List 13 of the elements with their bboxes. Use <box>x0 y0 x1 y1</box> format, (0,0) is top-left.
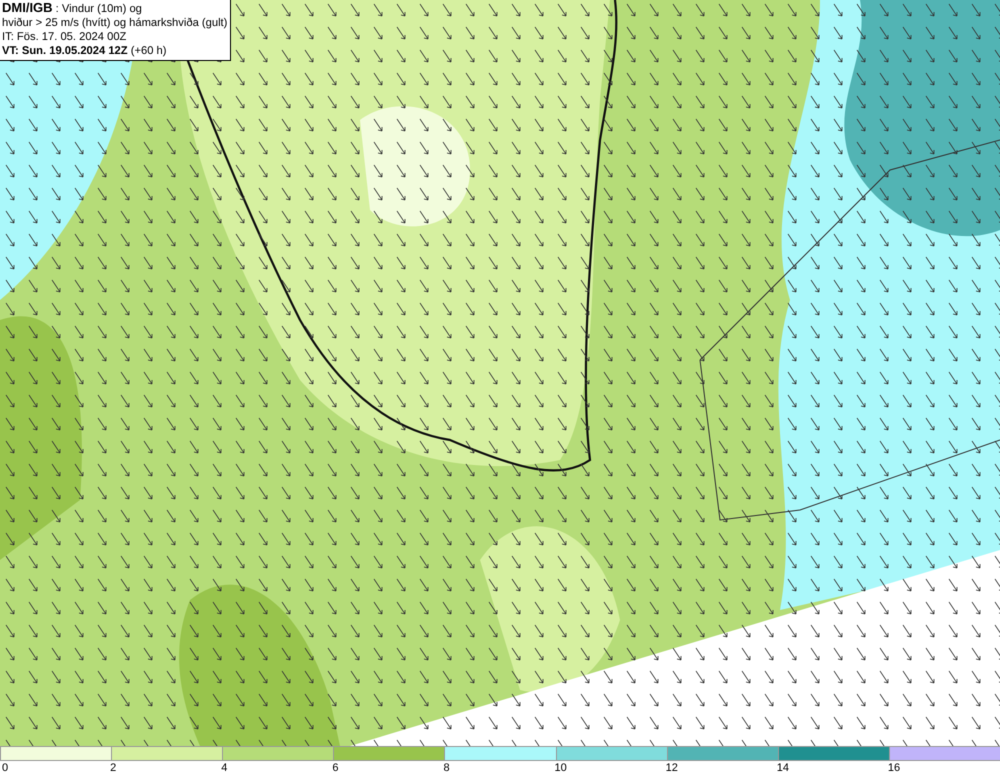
header-line: VT: Sun. 19.05.2024 12Z (+60 h) <box>2 44 168 58</box>
legend-label: 8 <box>443 761 450 775</box>
header-line: DMI/IGB : Vindur (10m) og <box>2 1 143 16</box>
legend-label: 6 <box>332 761 338 775</box>
legend-label: 14 <box>776 761 790 775</box>
legend-label: 2 <box>110 761 116 775</box>
header-line: IT: Fös. 17. 05. 2024 00Z <box>2 30 128 44</box>
legend-label: 16 <box>888 761 900 775</box>
legend-label: 12 <box>666 761 678 775</box>
header-line: hviður > 25 m/s (hvítt) og hámarkshviða (gult) <box>2 16 228 30</box>
legend-label: 10 <box>554 761 567 775</box>
legend-label: 4 <box>221 761 228 775</box>
legend-label: 0 <box>2 761 8 775</box>
